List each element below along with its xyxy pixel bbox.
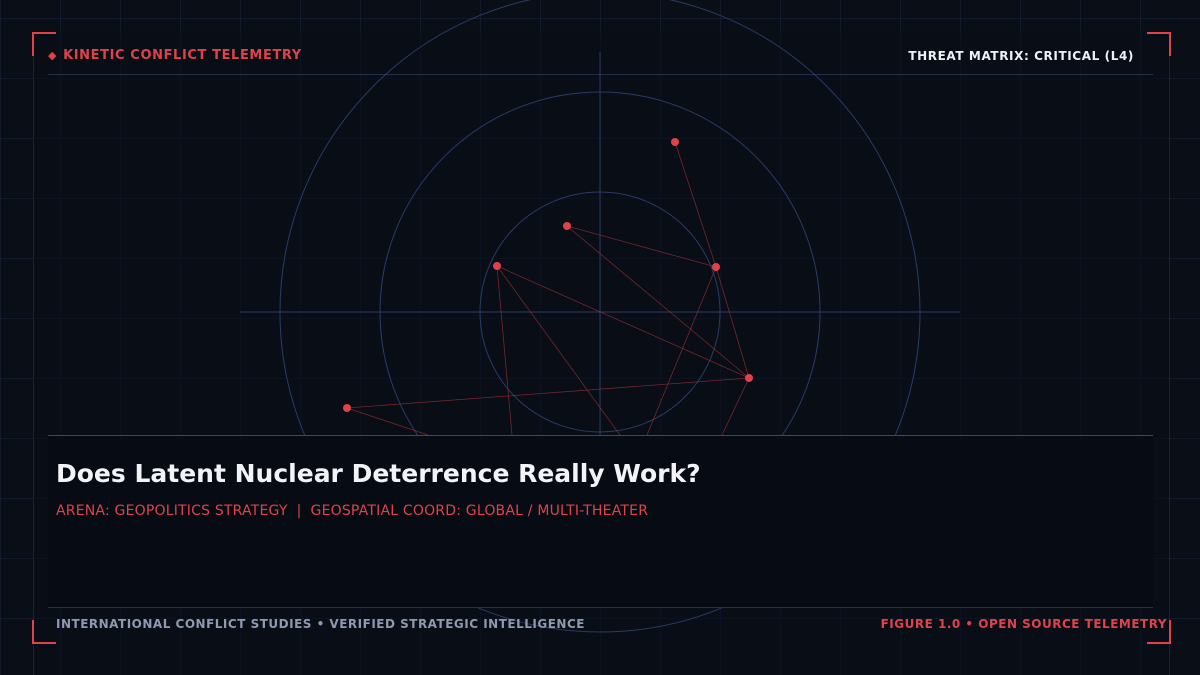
corner-bracket-top-right (1147, 32, 1171, 56)
target-node (712, 263, 720, 271)
header-category-label: KINETIC CONFLICT TELEMETRY (63, 48, 302, 63)
header-divider (48, 74, 1153, 75)
meta-line: ARENA: GEOPOLITICS STRATEGY | GEOSPATIAL C… (56, 503, 648, 519)
link-line (566, 225, 717, 268)
footer-source: INTERNATIONAL CONFLICT STUDIES • VERIFIE… (56, 617, 585, 631)
figure-label: FIGURE 1.0 • OPEN SOURCE TELEMETRY (880, 617, 1167, 631)
page-title: Does Latent Nuclear Deterrence Really Wo… (56, 459, 701, 488)
meta-separator: | (296, 503, 302, 519)
link-line (496, 265, 513, 436)
target-node (671, 138, 679, 146)
link-line (496, 265, 750, 379)
target-node (343, 404, 351, 412)
link-line (496, 265, 621, 436)
link-line (646, 266, 717, 436)
header-category: ◆ KINETIC CONFLICT TELEMETRY (48, 48, 302, 63)
corner-bracket-bottom-left (32, 620, 56, 644)
link-line (346, 407, 429, 436)
link-line (715, 266, 750, 379)
diamond-icon: ◆ (48, 49, 58, 62)
link-line (566, 225, 750, 379)
threat-level-label: THREAT MATRIX: CRITICAL (L4) (908, 49, 1134, 63)
footer-divider (48, 607, 1153, 608)
target-node (563, 222, 571, 230)
link-line (674, 141, 717, 268)
target-node (745, 374, 753, 382)
coord-label: GEOSPATIAL COORD: GLOBAL / MULTI-THEATER (310, 503, 649, 519)
link-line (721, 377, 750, 436)
target-node (493, 262, 501, 270)
arena-label: ARENA: GEOPOLITICS STRATEGY (56, 503, 288, 519)
